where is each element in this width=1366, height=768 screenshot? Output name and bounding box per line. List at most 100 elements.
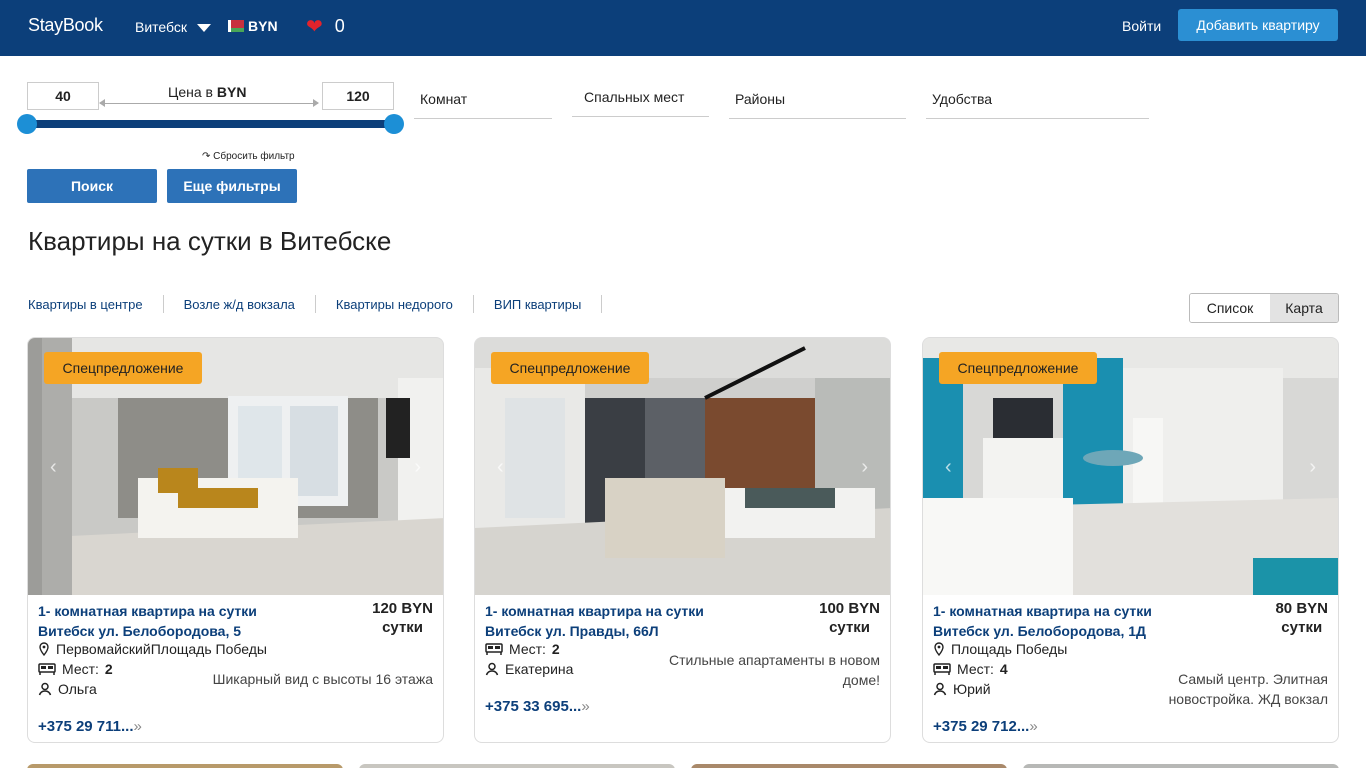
apartment-title-line1: 1- комнатная квартира на сутки <box>38 603 257 619</box>
places-row: Мест: 2 <box>485 641 560 657</box>
bed-icon <box>933 663 951 675</box>
apartment-card[interactable]: Спецпредложение ‹ › 1- комнатная квартир… <box>922 337 1339 743</box>
owner-name: Ольга <box>58 681 97 697</box>
places-row: Мест: 4 <box>933 661 1008 677</box>
district-text: Площадь Победы <box>951 641 1068 657</box>
add-apartment-button[interactable]: Добавить квартиру <box>1178 9 1338 41</box>
list-view-button[interactable]: Список <box>1190 294 1270 322</box>
bed-icon <box>485 643 503 655</box>
apartment-photo[interactable]: Спецпредложение ‹ › <box>28 338 443 595</box>
flag-icon <box>228 20 244 32</box>
apartment-title[interactable]: 1- комнатная квартира на сутки Витебск у… <box>933 601 1152 641</box>
quick-links: Квартиры в центре Возле ж/д вокзала Квар… <box>28 295 603 313</box>
apartment-photo[interactable]: Спецпредложение ‹ › <box>923 338 1338 595</box>
quick-link-cheap[interactable]: Квартиры недорого <box>316 297 473 312</box>
quick-link-vip[interactable]: ВИП квартиры <box>474 297 601 312</box>
quick-link-station[interactable]: Возле ж/д вокзала <box>164 297 315 312</box>
apartment-photo[interactable]: Спецпредложение ‹ › <box>475 338 890 595</box>
apartment-address: Витебск ул. Правды, 66Л <box>485 623 659 639</box>
apartment-title-line1: 1- комнатная квартира на сутки <box>485 603 704 619</box>
phone-link[interactable]: +375 29 712...» <box>933 718 1038 735</box>
currency-selector[interactable]: BYN <box>228 18 278 34</box>
price-period: сутки <box>829 619 871 636</box>
beds-dropdown[interactable]: Спальных мест <box>572 89 709 117</box>
owner-row: Ольга <box>38 681 97 697</box>
reset-filter-link[interactable]: ↷ Сбросить фильтр <box>202 151 295 162</box>
next-card-photo <box>359 764 675 768</box>
apartment-price: 80 BYN сутки <box>1275 599 1328 637</box>
apartment-price: 100 BYN сутки <box>819 599 880 637</box>
rooms-dropdown[interactable]: Комнат <box>414 91 552 119</box>
apartment-card[interactable]: Спецпредложение ‹ › 1- комнатная квартир… <box>474 337 891 743</box>
login-link[interactable]: Войти <box>1122 18 1161 34</box>
apartment-price: 120 BYN сутки <box>372 599 433 637</box>
price-slider-track[interactable] <box>28 120 396 128</box>
apartment-address: Витебск ул. Белобородова, 5 <box>38 623 242 639</box>
next-card-photo <box>1023 764 1339 768</box>
owner-name: Екатерина <box>505 661 574 677</box>
apartment-description: Стильные апартаменты в новом доме! <box>669 652 880 688</box>
price-value: 120 BYN <box>372 600 433 617</box>
currency-label: BYN <box>248 18 278 34</box>
city-selector[interactable]: Витебск <box>135 19 212 35</box>
apartment-description: Самый центр. Элитная новостройка. ЖД вок… <box>1168 671 1328 707</box>
phone-number: +375 33 695... <box>485 698 582 715</box>
bed-icon <box>38 663 56 675</box>
phone-link[interactable]: +375 33 695...» <box>485 698 590 715</box>
price-min-input[interactable]: 40 <box>27 82 99 110</box>
district-row: Площадь Победы <box>933 641 1067 657</box>
next-card-photo <box>27 764 343 768</box>
special-offer-badge: Спецпредложение <box>939 352 1097 384</box>
price-period: сутки <box>382 619 424 636</box>
chevron-right-icon[interactable]: › <box>414 456 421 479</box>
chevron-right-icon[interactable]: › <box>1309 456 1316 479</box>
price-label-prefix: Цена в <box>168 84 213 100</box>
reset-filter-label: Сбросить фильтр <box>213 151 295 162</box>
district-text: ПервомайскийПлощадь Победы <box>56 641 267 657</box>
apartment-title[interactable]: 1- комнатная квартира на сутки Витебск у… <box>38 601 257 641</box>
top-navbar: StayBook Витебск BYN ❤ 0 Войти Добавить … <box>0 0 1366 56</box>
phone-number: +375 29 711... <box>38 718 134 735</box>
view-toggle: Список Карта <box>1189 293 1339 323</box>
divider <box>601 295 603 313</box>
price-max-input[interactable]: 120 <box>322 82 394 110</box>
price-slider-min-handle[interactable] <box>17 114 37 134</box>
apartment-title[interactable]: 1- комнатная квартира на сутки Витебск у… <box>485 601 704 641</box>
amenities-dropdown[interactable]: Удобства <box>926 91 1149 119</box>
places-count: 4 <box>999 661 1008 677</box>
map-view-button[interactable]: Карта <box>1270 294 1338 322</box>
places-row: Мест: 2 <box>38 661 113 677</box>
special-offer-badge: Спецпредложение <box>491 352 649 384</box>
next-card-photo <box>691 764 1007 768</box>
places-label: Мест: <box>509 641 546 657</box>
phone-link[interactable]: +375 29 711...» <box>38 718 142 735</box>
districts-dropdown[interactable]: Районы <box>729 91 906 119</box>
city-label: Витебск <box>135 19 188 35</box>
price-value: 100 BYN <box>819 600 880 617</box>
district-row: ПервомайскийПлощадь Победы <box>38 641 267 657</box>
favorites-link[interactable]: ❤ 0 <box>306 16 345 37</box>
price-label-currency: BYN <box>216 84 247 100</box>
apartment-card[interactable]: Спецпредложение ‹ › 1- комнатная квартир… <box>27 337 444 743</box>
user-icon <box>485 662 499 676</box>
chevron-left-icon[interactable]: ‹ <box>497 456 504 479</box>
logo[interactable]: StayBook <box>28 15 103 36</box>
user-icon <box>38 682 52 696</box>
apartment-address: Витебск ул. Белобородова, 1Д <box>933 623 1147 639</box>
search-button[interactable]: Поиск <box>27 169 157 203</box>
chevron-right-icon[interactable]: › <box>861 456 868 479</box>
price-value: 80 BYN <box>1275 600 1328 617</box>
price-label: Цена в BYN <box>168 84 246 100</box>
chevron-left-icon[interactable]: ‹ <box>50 456 57 479</box>
chevron-left-icon[interactable]: ‹ <box>945 456 952 479</box>
apartment-description: Шикарный вид с высоты 16 этажа <box>212 671 433 687</box>
places-label: Мест: <box>62 661 99 677</box>
places-count: 2 <box>104 661 113 677</box>
price-slider-max-handle[interactable] <box>384 114 404 134</box>
chevron-right-icon: » <box>581 698 590 715</box>
favorites-count: 0 <box>334 16 345 36</box>
price-period: сутки <box>1281 619 1323 636</box>
quick-link-center[interactable]: Квартиры в центре <box>28 297 163 312</box>
more-filters-button[interactable]: Еще фильтры <box>167 169 297 203</box>
location-icon <box>39 642 49 656</box>
